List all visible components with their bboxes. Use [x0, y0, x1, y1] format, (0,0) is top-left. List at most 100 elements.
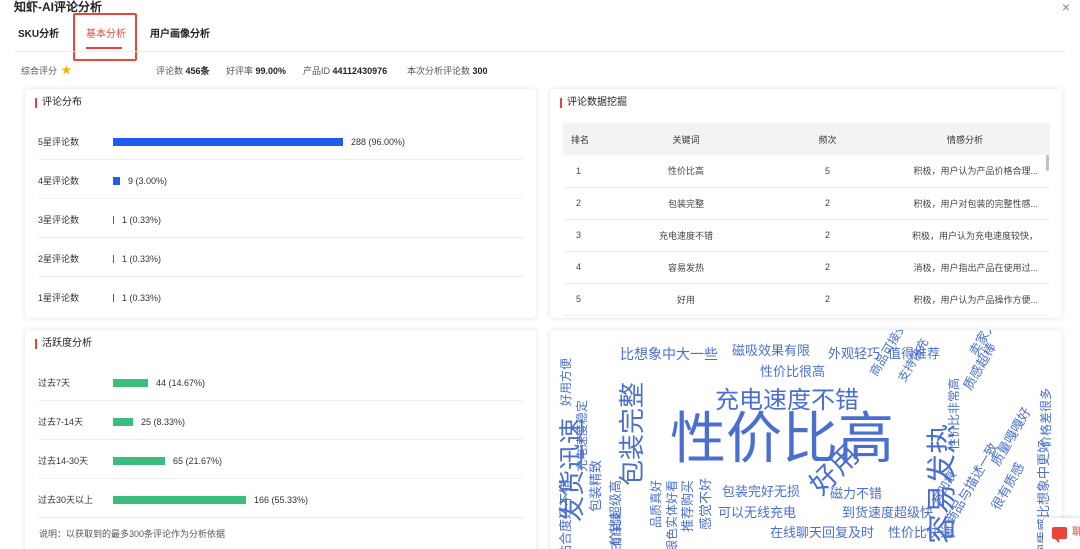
activity-row: 过去30天以上 166 (55.33%) — [38, 486, 523, 525]
star-icon: ★ — [61, 63, 72, 77]
sentiment-cell: 积极，用户对包装的完整性感... — [880, 187, 1050, 220]
rank-cell: 3 — [563, 219, 597, 252]
distribution-value: 1 (0.33%) — [122, 215, 162, 225]
table-row[interactable]: 1 性价比高 5 积极，用户认为产品价格合理... — [563, 155, 1050, 188]
frequency-cell: 5 — [775, 155, 880, 188]
activity-row: 过去7-14天 25 (8.33%) — [38, 408, 523, 447]
review-mining-title: 评论数据挖掘 — [560, 97, 627, 109]
frequency-cell: 2 — [775, 251, 880, 284]
table-row[interactable]: 2 包装完整 2 积极，用户对包装的完整性感... — [563, 187, 1050, 220]
row-divider — [38, 198, 523, 199]
frequency-cell: 2 — [775, 219, 880, 252]
title-bar: 知虾-AI评论分析 × — [0, 0, 1080, 16]
distribution-value: 1 (0.33%) — [122, 254, 162, 264]
sentiment-cell: 积极，用户认为产品价格合理... — [880, 155, 1050, 188]
review-distribution-title: 评论分布 — [35, 97, 82, 109]
distribution-label: 3星评论数 — [38, 215, 80, 225]
wordcloud-word: 性价比很高 — [760, 365, 826, 380]
distribution-value: 288 (96.00%) — [351, 137, 406, 147]
distribution-value: 1 (0.33%) — [122, 293, 162, 303]
wordcloud-word: 到货速度超级快 — [842, 506, 934, 521]
keyword-table-header: 排名 关键词 频次 情感分析 — [563, 123, 1050, 155]
distribution-row: 4星评论数 9 (3.00%) — [38, 167, 523, 206]
rating-label: 综合评分 — [21, 66, 58, 76]
sentiment-cell: 消极，用户指出产品在使用过... — [880, 251, 1050, 284]
distribution-bar — [113, 294, 114, 302]
distribution-label: 1星评论数 — [38, 293, 80, 303]
table-row[interactable]: 5 好用 2 积极，用户认为产品操作方便... — [563, 283, 1050, 316]
row-divider — [38, 237, 523, 238]
wordcloud-word: 在线聊天回复及时 — [770, 526, 875, 541]
wordcloud-word: 磁力不错 — [830, 487, 883, 502]
app-title: 知虾-AI评论分析 — [14, 0, 102, 14]
activity-card: 活跃度分析 过去7天 44 (14.67%) 过去7-14天 25 (8.33%) 过去… — [25, 330, 536, 549]
distribution-row: 2星评论数 1 (0.33%) — [38, 245, 523, 284]
positive-rate: 好评率 99.00% — [226, 66, 287, 76]
activity-label: 过去30天以上 — [38, 495, 94, 505]
wordcloud-word: 包装完好无损 — [722, 485, 801, 500]
wordcloud-word: 充电速度不错 — [715, 386, 859, 414]
wordcloud-word: 推荐购买 — [681, 480, 696, 533]
distribution-bar — [113, 255, 114, 263]
row-divider — [38, 517, 523, 518]
distribution-row: 3星评论数 1 (0.33%) — [38, 206, 523, 245]
tab-sku-analysis[interactable]: SKU分析 — [18, 29, 59, 41]
row-divider — [38, 159, 523, 160]
rank-cell: 1 — [563, 155, 597, 188]
chat-button[interactable]: 聊 — [1043, 518, 1080, 549]
table-row[interactable]: 4 容易发热 2 消极，用户指出产品在使用过... — [563, 251, 1050, 284]
chat-label: 聊 — [1072, 527, 1080, 538]
tab-user-profile-analysis[interactable]: 用户画像分析 — [150, 29, 210, 41]
sentiment-cell: 积极，用户认为产品操作方便... — [880, 283, 1050, 316]
rank-cell: 4 — [563, 251, 597, 284]
wordcloud-word: 质量嘎嘎好 — [989, 405, 1035, 469]
activity-note: 说明：以获取到的最多300条评论作为分析依据 — [39, 529, 226, 539]
activity-row: 过去7天 44 (14.67%) — [38, 369, 523, 408]
row-divider — [38, 478, 523, 479]
wordcloud-word: 感觉不好 — [699, 478, 714, 531]
review-distribution-card: 评论分布 5星评论数 288 (96.00%) 4星评论数 9 (3.00%) 3星评论… — [25, 89, 536, 318]
wordcloud-word: 外观轻巧 — [828, 347, 881, 362]
distribution-bar — [113, 138, 343, 146]
keyword-table-body: 1 性价比高 5 积极，用户认为产品价格合理... 2 包装完整 2 积极，用户对包装的完整性… — [563, 155, 1050, 316]
col-sentiment: 情感分析 — [880, 123, 1050, 155]
wordcloud-word: 包装精致 — [589, 460, 604, 513]
close-icon[interactable]: × — [1062, 0, 1070, 14]
col-frequency: 频次 — [775, 123, 880, 155]
distribution-label: 4星评论数 — [38, 176, 80, 186]
activity-bar — [113, 379, 148, 387]
distribution-row: 5星评论数 288 (96.00%) — [38, 128, 523, 167]
activity-label: 过去7-14天 — [38, 417, 84, 427]
wordcloud-word: 包装完整 — [618, 382, 648, 487]
wordcloud-word: 可以无线充电 — [718, 506, 797, 521]
wordcloud-word: 很有质感 — [989, 460, 1029, 513]
review-count: 评论数 456条 — [156, 66, 210, 76]
row-divider — [38, 439, 523, 440]
wordcloud-word: 品质有保障 — [609, 512, 623, 549]
distribution-label: 5星评论数 — [38, 137, 80, 147]
table-scrollbar[interactable] — [1046, 155, 1049, 171]
activity-value: 44 (14.67%) — [156, 378, 206, 388]
activity-label: 过去7天 — [38, 378, 71, 388]
keyword-wordcloud: 性价比高 充电速度不错 发货迅速 包装完整 容易发热 好用 比想象中大一些 磁吸效果有限 外观轻… — [550, 330, 1062, 549]
chat-icon — [1052, 527, 1067, 543]
keyword-table: 排名 关键词 频次 情感分析 1 性价比高 5 积极，用户认为产品价格合理... 2 包装… — [563, 123, 1050, 316]
tabs-divider — [14, 51, 1066, 52]
wordcloud-word: 比想象中大一些 — [620, 347, 718, 363]
distribution-bar — [113, 177, 120, 185]
wordcloud-word: 好用方便 — [559, 358, 573, 407]
wordcloud-word: 银色实体好看 — [665, 480, 679, 549]
wordcloud-word: 充电速度稳定 — [575, 400, 589, 473]
product-id: 产品ID 44112430976 — [303, 66, 388, 76]
table-row[interactable]: 3 充电速度不错 2 积极，用户认为充电速度较快， — [563, 219, 1050, 252]
activity-value: 25 (8.33%) — [141, 417, 186, 427]
activity-label: 过去14-30天 — [38, 456, 89, 466]
review-mining-card: 评论数据挖掘 排名 关键词 频次 情感分析 1 性价比高 5 积极，用户认为产品价格合… — [550, 89, 1062, 318]
col-keyword: 关键词 — [597, 123, 775, 155]
col-rank: 排名 — [563, 123, 597, 155]
activity-value: 166 (55.33%) — [254, 495, 309, 505]
wordcloud-word: 磁吸效果有限 — [732, 344, 811, 359]
keyword-cell: 容易发热 — [597, 251, 775, 284]
rank-cell: 5 — [563, 283, 597, 316]
row-divider — [38, 400, 523, 401]
